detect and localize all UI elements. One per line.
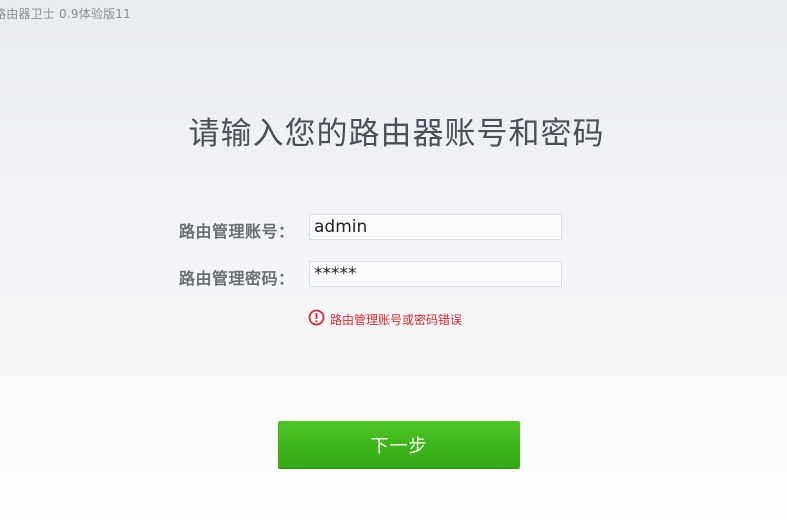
password-label: 路由管理密码： — [179, 269, 295, 288]
next-button[interactable]: 下一步 — [278, 421, 520, 468]
account-label: 路由管理账号： — [179, 222, 295, 241]
password-input[interactable] — [309, 261, 562, 287]
exclamation-circle-icon — [308, 309, 325, 326]
app-title: 路由器卫士 0.9体验版11 — [0, 7, 131, 21]
account-row: 路由管理账号： — [0, 214, 787, 242]
account-input[interactable] — [309, 214, 562, 240]
page-heading: 请输入您的路由器账号和密码 — [188, 116, 605, 152]
error-text: 路由管理账号或密码错误 — [330, 313, 463, 327]
password-row: 路由管理密码： — [0, 261, 787, 289]
